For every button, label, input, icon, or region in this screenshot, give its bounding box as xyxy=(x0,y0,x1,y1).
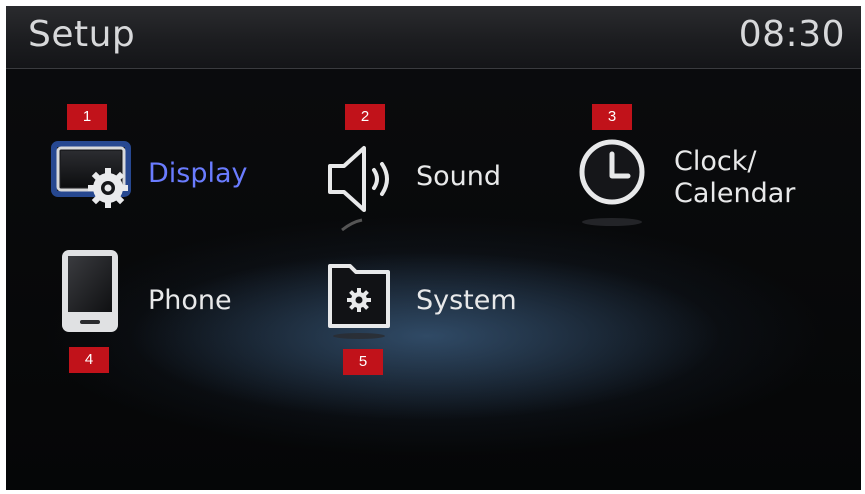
clock-icon xyxy=(579,139,645,226)
menu-item-label: Phone xyxy=(148,285,232,316)
infotainment-screen: Setup 08:30 Display 1 Sound 2 Clock/ Cal… xyxy=(6,6,861,490)
speaker-icon xyxy=(328,146,389,232)
badge-number: 3 xyxy=(592,104,632,130)
header-bar: Setup 08:30 xyxy=(6,6,861,69)
clock-time: 08:30 xyxy=(738,14,845,55)
system-folder-icon xyxy=(328,264,390,339)
menu-item-label: System xyxy=(416,285,517,316)
badge-number: 1 xyxy=(67,104,107,130)
phone-icon xyxy=(62,250,118,332)
badge-number: 4 xyxy=(69,347,109,373)
display-settings-icon xyxy=(51,141,131,208)
menu-item-label-line1: Clock/ xyxy=(674,146,757,177)
menu-item-label-line2: Calendar xyxy=(674,178,796,209)
page-title: Setup xyxy=(28,14,136,55)
menu-item-label: Display xyxy=(148,158,248,189)
badge-number: 2 xyxy=(345,104,385,130)
badge-number: 5 xyxy=(343,349,383,375)
menu-item-label: Sound xyxy=(416,161,502,192)
